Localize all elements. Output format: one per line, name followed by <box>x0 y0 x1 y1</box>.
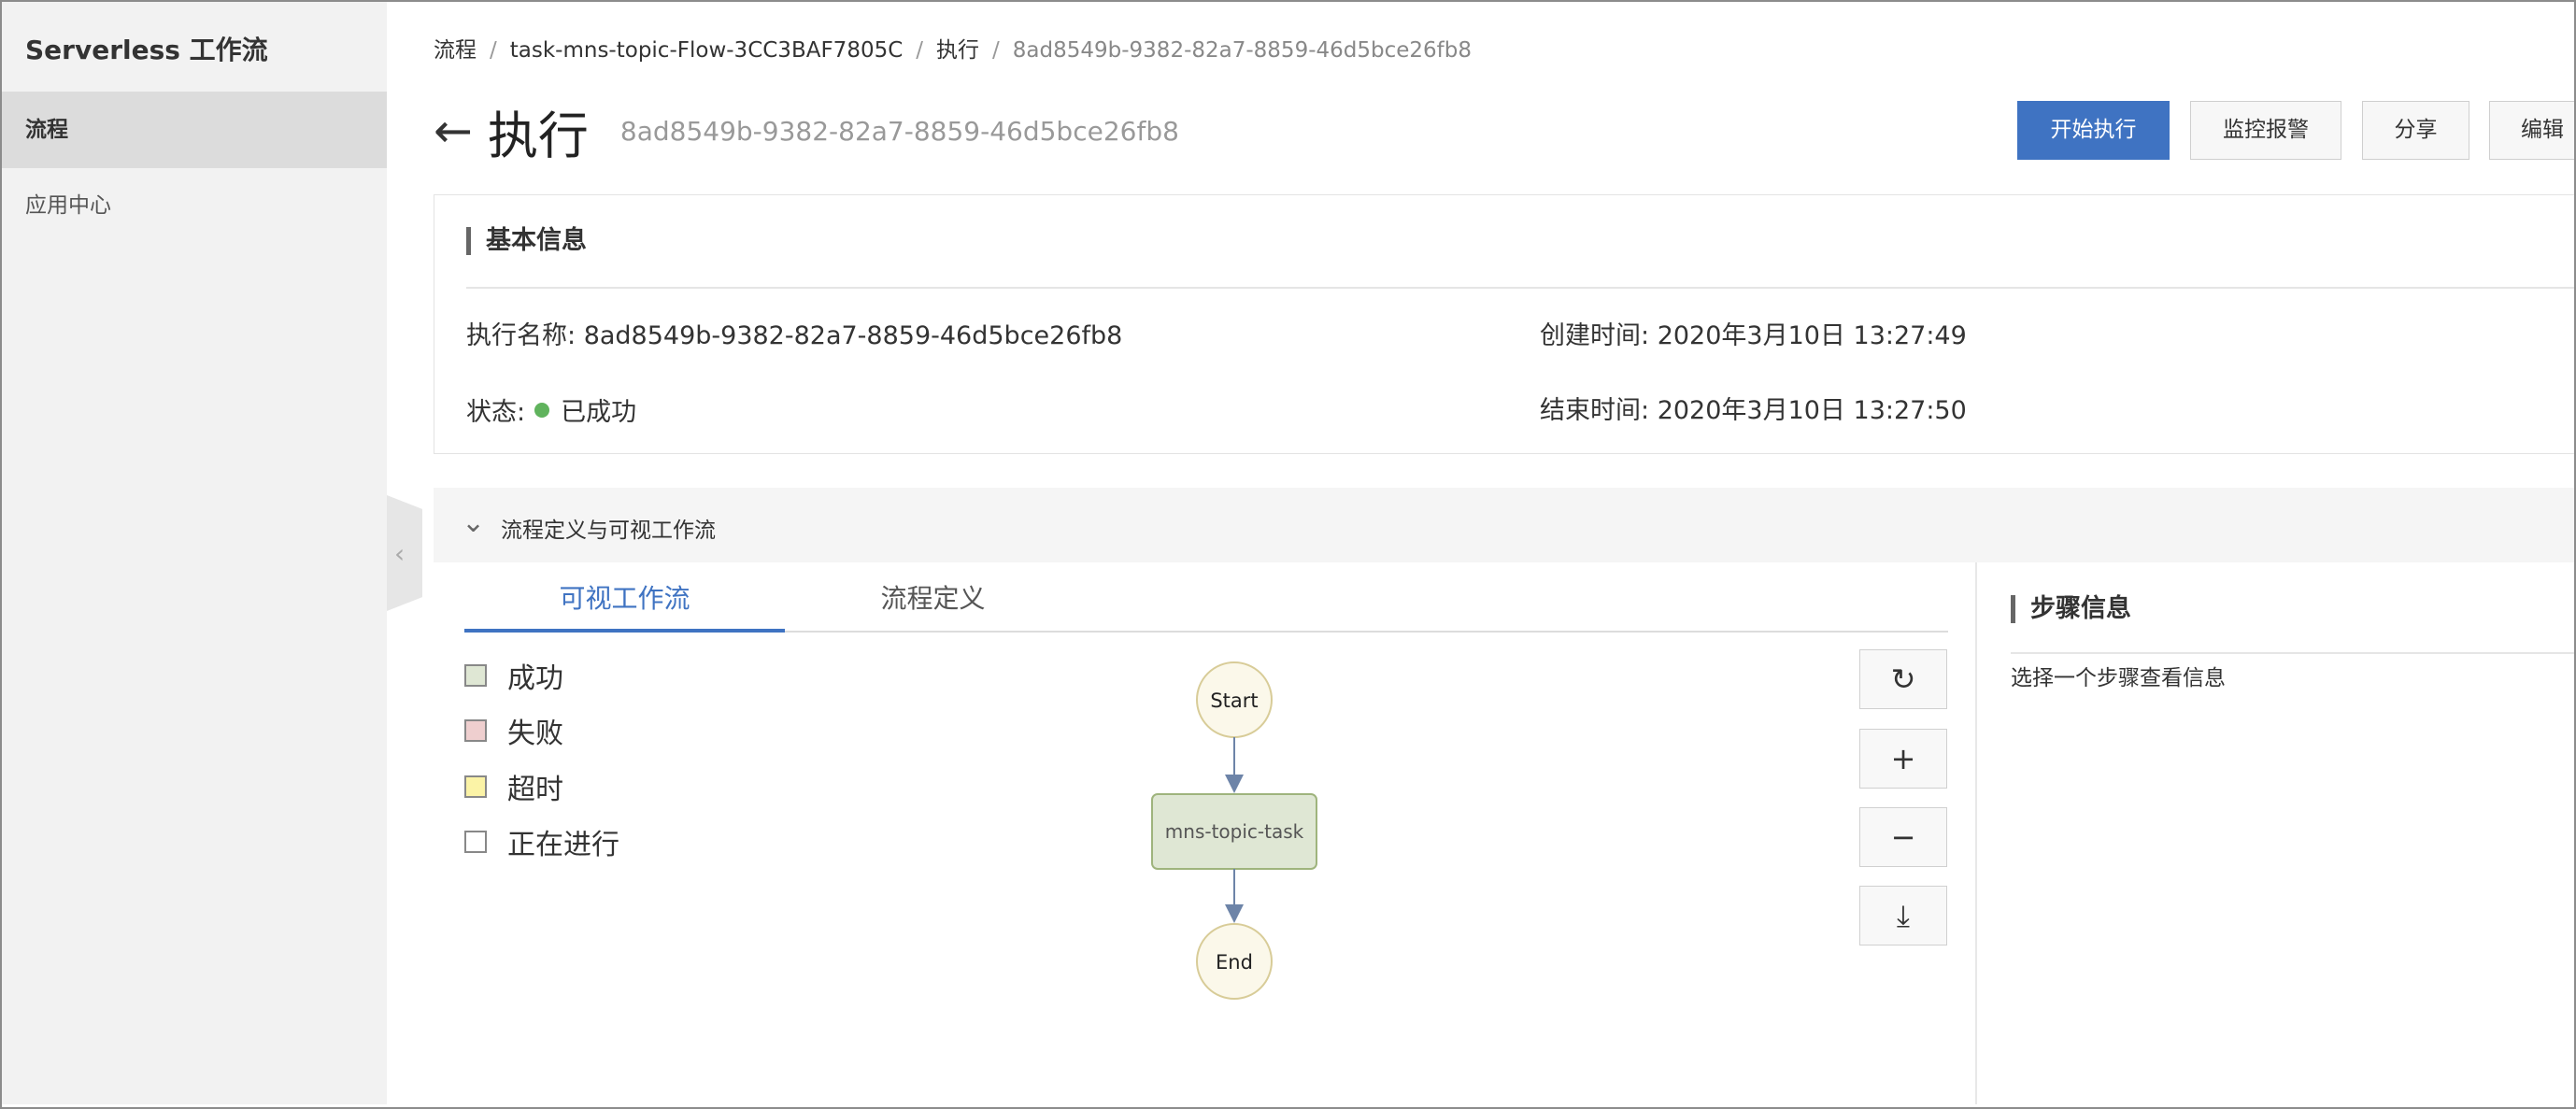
breadcrumb-separator: / <box>916 38 924 63</box>
flow-section-toggle[interactable]: ⌄ 流程定义与可视工作流 <box>434 488 2574 562</box>
created-time-label: 创建时间: <box>1540 321 1658 350</box>
sidebar-item-flow[interactable]: 流程 <box>2 92 387 168</box>
status-dot-icon <box>534 402 550 418</box>
legend-label: 失败 <box>507 718 563 750</box>
legend-label: 超时 <box>507 774 563 806</box>
execution-name: 执行名称: 8ad8549b-9382-82a7-8859-46d5bce26f… <box>466 315 1122 351</box>
flow-node-end-label: End <box>1216 951 1253 974</box>
legend-swatch <box>464 664 487 687</box>
breadcrumb: 流程 / task-mns-topic-Flow-3CC3BAF7805C / 执行 / 8… <box>434 32 1472 64</box>
end-time: 结束时间: 2020年3月10日 13:27:50 <box>1540 390 1967 426</box>
page-subtitle: 8ad8549b-9382-82a7-8859-46d5bce26fb8 <box>619 115 1179 147</box>
execution-status: 状态: 已成功 <box>466 391 636 428</box>
monitor-alert-button[interactable]: 监控报警 <box>2190 101 2341 160</box>
basic-info-heading: 基本信息 <box>466 227 587 255</box>
download-icon: ⤓ <box>1896 898 1911 933</box>
legend-label: 成功 <box>507 662 563 695</box>
refresh-icon: ↻ <box>1890 661 1916 697</box>
share-button[interactable]: 分享 <box>2362 101 2469 160</box>
flow-tabs: 可视工作流 流程定义 <box>464 565 1948 633</box>
chevron-down-icon: ⌄ <box>462 506 486 539</box>
sidebar-collapse-button[interactable]: ‹ <box>387 495 422 611</box>
edit-button[interactable]: 编辑 <box>2489 101 2574 160</box>
zoom-out-icon: − <box>1890 819 1916 855</box>
page-header: ← 执行 8ad8549b-9382-82a7-8859-46d5bce26fb… <box>434 95 1179 166</box>
legend-item-timeout: 超时 <box>464 766 563 807</box>
tab-flow-definition[interactable]: 流程定义 <box>773 565 1093 633</box>
breadcrumb-item-current: 8ad8549b-9382-82a7-8859-46d5bce26fb8 <box>1012 38 1472 63</box>
execution-name-value: 8ad8549b-9382-82a7-8859-46d5bce26fb8 <box>583 321 1123 350</box>
breadcrumb-separator: / <box>490 38 497 63</box>
breadcrumb-item-flow[interactable]: 流程 <box>434 38 477 63</box>
arrow-left-icon[interactable]: ← <box>434 107 473 154</box>
start-execution-button[interactable]: 开始执行 <box>2017 101 2170 160</box>
sidebar: Serverless 工作流 流程 应用中心 <box>2 2 387 1104</box>
execution-name-label: 执行名称: <box>466 321 584 350</box>
legend-swatch <box>464 831 487 853</box>
sidebar-item-app-center[interactable]: 应用中心 <box>2 167 387 244</box>
breadcrumb-item-execution[interactable]: 执行 <box>936 38 979 63</box>
divider <box>2011 652 2574 654</box>
flow-node-start-label: Start <box>1210 690 1258 712</box>
chevron-left-icon: ‹ <box>394 538 406 569</box>
legend-label: 正在进行 <box>507 829 619 861</box>
download-button[interactable]: ⤓ <box>1859 886 1947 945</box>
created-time: 创建时间: 2020年3月10日 13:27:49 <box>1540 315 1967 351</box>
legend-item-failed: 失败 <box>464 710 563 751</box>
legend-swatch <box>464 719 487 742</box>
divider <box>466 287 2574 289</box>
step-info-heading: 步骤信息 <box>2011 595 2131 623</box>
flow-diagram: Start mns-topic-task End <box>1151 661 1317 1000</box>
end-time-label: 结束时间: <box>1540 396 1658 425</box>
tab-visual-workflow[interactable]: 可视工作流 <box>464 565 785 633</box>
breadcrumb-separator: / <box>992 38 1000 63</box>
status-value: 已成功 <box>561 398 637 427</box>
zoom-in-icon: + <box>1890 741 1916 776</box>
breadcrumb-item-flow-name[interactable]: task-mns-topic-Flow-3CC3BAF7805C <box>510 38 904 63</box>
flow-section-label: 流程定义与可视工作流 <box>501 519 716 543</box>
sidebar-title: Serverless 工作流 <box>25 35 268 65</box>
legend-item-running: 正在进行 <box>464 821 619 862</box>
status-label: 状态: <box>466 398 526 427</box>
legend-item-success: 成功 <box>464 655 563 696</box>
page-title: 执行 <box>487 106 589 165</box>
app-window: Serverless 工作流 流程 应用中心 ‹ 流程 / task-mns-top… <box>0 0 2576 1109</box>
zoom-out-button[interactable]: − <box>1859 807 1947 867</box>
created-time-value: 2020年3月10日 13:27:49 <box>1657 321 1967 350</box>
step-info-hint: 选择一个步骤查看信息 <box>2011 666 2226 690</box>
zoom-in-button[interactable]: + <box>1859 729 1947 789</box>
refresh-button[interactable]: ↻ <box>1859 649 1947 709</box>
end-time-value: 2020年3月10日 13:27:50 <box>1657 396 1967 425</box>
step-info-panel: 步骤信息 选择一个步骤查看信息 <box>1975 562 2574 1104</box>
legend-swatch <box>464 775 487 798</box>
flow-node-task-label: mns-topic-task <box>1165 820 1304 843</box>
basic-info-card: 基本信息 执行名称: 8ad8549b-9382-82a7-8859-46d5b… <box>434 194 2574 454</box>
